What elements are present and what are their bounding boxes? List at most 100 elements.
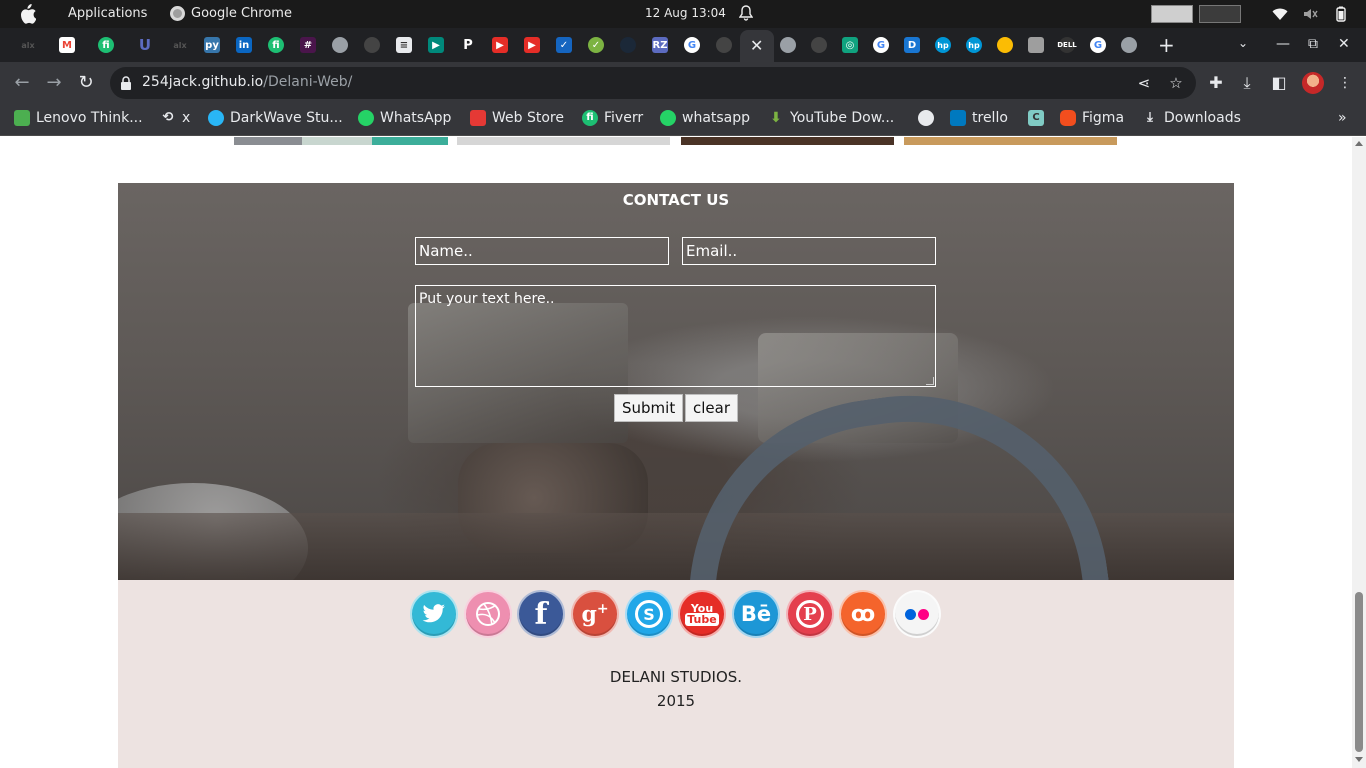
check-tab-icon[interactable]: ✓: [588, 37, 604, 53]
udemy-tab-icon[interactable]: U: [137, 36, 153, 54]
bookmarks-overflow-chevron-icon[interactable]: »: [1338, 110, 1347, 126]
gallery-image-edge[interactable]: [457, 137, 670, 145]
google-plus-icon[interactable]: g+: [571, 590, 619, 638]
system-clock[interactable]: 12 Aug 13:04: [645, 6, 726, 20]
bookmark-whatsapp[interactable]: WhatsApp: [358, 110, 451, 126]
cpu-monitor-graph[interactable]: [1151, 5, 1193, 23]
gallery-image-edge[interactable]: [372, 137, 448, 145]
youtube-icon[interactable]: You Tube: [678, 590, 726, 638]
fiverr-tab-icon[interactable]: fi: [98, 37, 114, 53]
address-bar[interactable]: 254jack.github.io/Delani-Web/ ⋖ ☆: [110, 67, 1196, 99]
memory-monitor-graph[interactable]: [1199, 5, 1241, 23]
bookmark-fiverr[interactable]: fi Fiverr: [582, 110, 643, 126]
restore-window-icon[interactable]: ⧉: [1308, 36, 1318, 52]
bookmark-figma[interactable]: Figma: [1060, 110, 1124, 126]
apple-icon[interactable]: [18, 4, 36, 24]
tab-search-chevron-down-icon[interactable]: ⌄: [1238, 36, 1248, 50]
chatgpt-tab-icon[interactable]: ◎: [842, 37, 858, 53]
gallery-image-edge[interactable]: [681, 137, 894, 145]
textarea-resize-handle[interactable]: [926, 377, 934, 385]
google-tab-icon-2[interactable]: G: [873, 37, 889, 53]
share-icon[interactable]: ⋖: [1136, 75, 1152, 91]
hp-tab-icon-2[interactable]: hp: [966, 37, 982, 53]
bookmark-web-store[interactable]: Web Store: [470, 110, 564, 126]
behance-icon[interactable]: Bē: [732, 590, 780, 638]
back-arrow-icon[interactable]: ←: [12, 73, 32, 93]
scroll-down-arrow-icon[interactable]: [1355, 757, 1363, 762]
stumbleupon-icon[interactable]: ꚙ: [839, 590, 887, 638]
globe-tab-icon[interactable]: [332, 37, 348, 53]
battery-icon[interactable]: [1333, 6, 1349, 22]
gmail-tab-icon[interactable]: M: [59, 37, 75, 53]
alx-tab-icon-2[interactable]: alx: [172, 37, 188, 53]
bookmark-whatsapp-2[interactable]: whatsapp: [660, 110, 750, 126]
bookmark-globe[interactable]: [918, 110, 934, 126]
youtube-tab-icon[interactable]: ▶: [492, 37, 508, 53]
extensions-puzzle-icon[interactable]: ✚: [1207, 74, 1225, 92]
bookmark-darkwave[interactable]: DarkWave Stu...: [208, 110, 343, 126]
flickr-icon[interactable]: [893, 590, 941, 638]
globe-tab-icon-3[interactable]: [1121, 37, 1137, 53]
close-window-icon[interactable]: ✕: [1338, 36, 1350, 52]
side-panel-icon[interactable]: ◧: [1270, 74, 1288, 92]
slack-tab-icon[interactable]: #: [300, 37, 316, 53]
google-tab-icon-3[interactable]: G: [1090, 37, 1106, 53]
python-tab-icon[interactable]: py: [204, 37, 220, 53]
scrollbar-thumb[interactable]: [1355, 592, 1363, 752]
reload-icon[interactable]: ↻: [76, 73, 96, 93]
volume-muted-icon[interactable]: [1302, 6, 1318, 22]
p-tab-icon[interactable]: P: [460, 37, 476, 53]
fiverr-tab-icon-2[interactable]: fi: [268, 37, 284, 53]
bookmark-downloads[interactable]: ⤓ Downloads: [1142, 110, 1241, 126]
rz-tab-icon[interactable]: RZ: [652, 37, 668, 53]
github-tab-icon[interactable]: [364, 37, 380, 53]
lock-icon[interactable]: [120, 76, 132, 90]
dots-tab-icon[interactable]: [997, 37, 1013, 53]
dell-tab-icon[interactable]: DELL: [1057, 37, 1077, 53]
youtube-tab-icon-2[interactable]: ▶: [524, 37, 540, 53]
hp-tab-icon[interactable]: hp: [935, 37, 951, 53]
dribbble-icon[interactable]: [464, 590, 512, 638]
bell-icon[interactable]: [739, 5, 753, 21]
active-app-indicator[interactable]: Google Chrome: [170, 6, 292, 21]
bookmark-star-icon[interactable]: ☆: [1168, 75, 1184, 91]
submit-button[interactable]: Submit: [614, 394, 684, 422]
bookmark-x[interactable]: ⟲ x: [160, 110, 191, 126]
github-tab-icon-2[interactable]: [716, 37, 732, 53]
pinterest-icon[interactable]: P: [786, 590, 834, 638]
gallery-image-edge[interactable]: [234, 137, 302, 145]
bookmark-trello[interactable]: trello: [950, 110, 1008, 126]
meet-tab-icon[interactable]: ▶: [428, 37, 444, 53]
github-tab-icon-3[interactable]: [811, 37, 827, 53]
wifi-icon[interactable]: [1272, 6, 1288, 22]
message-textarea[interactable]: [415, 285, 936, 387]
doc-tab-icon[interactable]: D: [904, 37, 920, 53]
downloads-icon[interactable]: ⤓: [1238, 74, 1256, 92]
gallery-image-edge[interactable]: [904, 137, 1117, 145]
twitter-icon[interactable]: [410, 590, 458, 638]
globe-tab-icon-2[interactable]: [780, 37, 796, 53]
tasks-tab-icon[interactable]: ✓: [556, 37, 572, 53]
name-input[interactable]: [415, 237, 669, 265]
shield-tab-icon[interactable]: [1028, 37, 1044, 53]
docs-tab-icon[interactable]: ≡: [396, 37, 412, 53]
google-tab-icon[interactable]: G: [684, 37, 700, 53]
applications-menu[interactable]: Applications: [68, 6, 147, 21]
profile-avatar[interactable]: [1302, 72, 1324, 94]
email-input[interactable]: [682, 237, 936, 265]
forward-arrow-icon[interactable]: →: [44, 73, 64, 93]
new-tab-button[interactable]: +: [1158, 33, 1175, 57]
linkedin-tab-icon[interactable]: in: [236, 37, 252, 53]
clear-button[interactable]: clear: [685, 394, 739, 422]
more-menu-icon[interactable]: ⋮: [1336, 74, 1354, 92]
bookmark-youtube-downloader[interactable]: ⬇ YouTube Dow...: [768, 110, 894, 126]
gallery-image-edge[interactable]: [302, 137, 372, 145]
alx-tab-icon[interactable]: alx: [20, 37, 36, 53]
facebook-icon[interactable]: f: [517, 590, 565, 638]
scroll-up-arrow-icon[interactable]: [1355, 141, 1363, 146]
skype-icon[interactable]: S: [625, 590, 673, 638]
url-text[interactable]: 254jack.github.io/Delani-Web/: [142, 74, 352, 90]
page-scrollbar[interactable]: [1352, 137, 1366, 768]
minimize-window-icon[interactable]: —: [1276, 36, 1290, 52]
bookmark-lenovo[interactable]: Lenovo Think...: [14, 110, 143, 126]
